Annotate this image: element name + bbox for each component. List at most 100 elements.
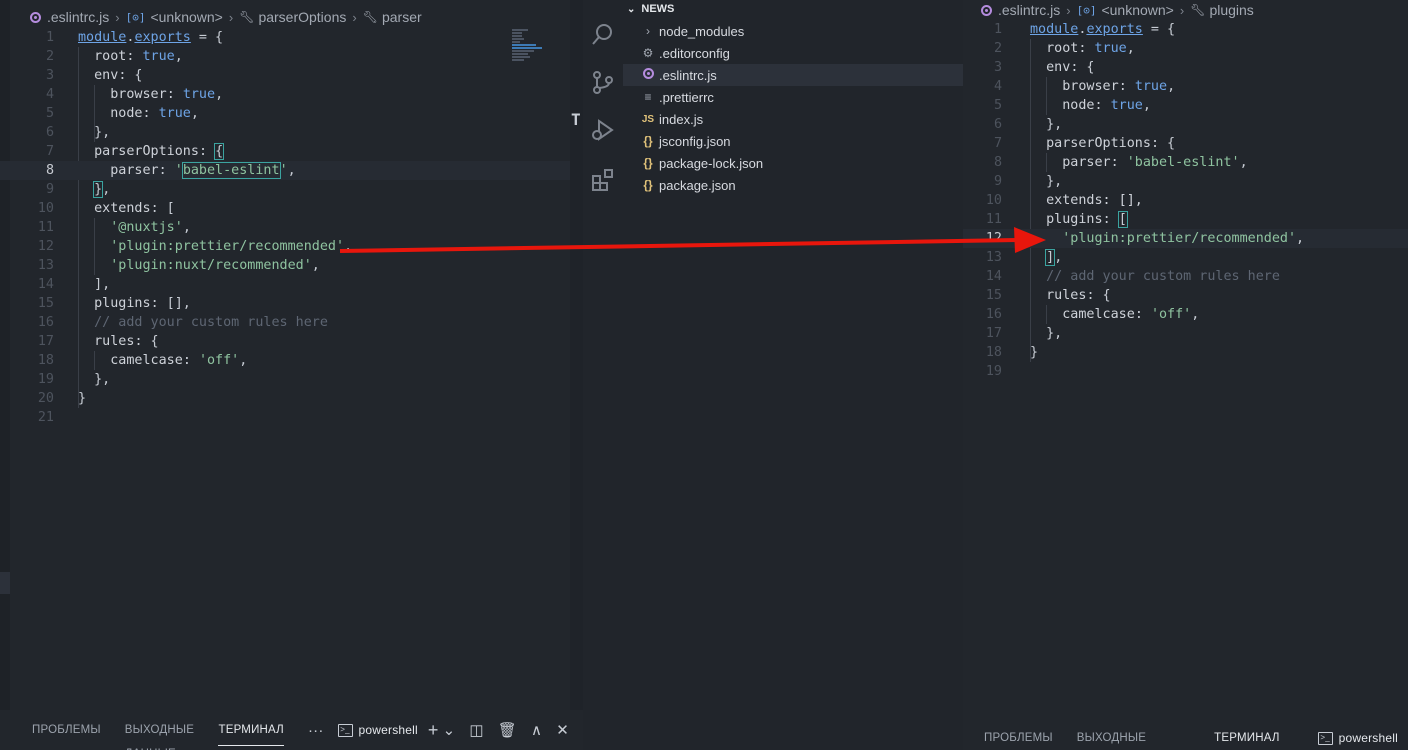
json-icon: {} bbox=[643, 178, 653, 192]
tree-item-jsconfig[interactable]: {} jsconfig.json bbox=[623, 130, 963, 152]
code-area[interactable]: 1 module.exports = { 2 root: true, 3 env:… bbox=[963, 20, 1408, 381]
search-icon[interactable] bbox=[583, 14, 623, 54]
text-selection: babel-eslint bbox=[181, 162, 281, 179]
right-editor[interactable]: .eslintrc.js › [⊙] <unknown> › 🔧︎ plugin… bbox=[963, 0, 1408, 750]
json-icon: {} bbox=[643, 134, 653, 148]
code-line: 7 parserOptions: { bbox=[45, 143, 225, 160]
code-line: 18} bbox=[985, 345, 1039, 360]
chevron-down-icon: ⌄ bbox=[627, 3, 636, 15]
panel-tabs: ПРОБЛЕМЫ ВЫХОДНЫЕ ДАННЫЕ ТЕРМИНАЛ >_ pow… bbox=[984, 726, 1408, 750]
tab-output[interactable]: ВЫХОДНЫЕ ДАННЫЕ bbox=[125, 718, 195, 750]
trash-icon[interactable]: 🗑 bbox=[498, 721, 517, 739]
left-editor[interactable]: .eslintrc.js › [⊙] <unknown> › 🔧︎ parser… bbox=[0, 0, 583, 750]
code-line: 1 module.exports = { bbox=[45, 30, 224, 45]
tree-item-editorconfig[interactable]: ⚙ .editorconfig bbox=[623, 42, 963, 64]
panel-tabs: ПРОБЛЕМЫ ВЫХОДНЫЕ ДАННЫЕ ТЕРМИНАЛ ··· >_… bbox=[32, 718, 583, 750]
code-line: 11 plugins: [ bbox=[985, 211, 1128, 228]
tab-terminal[interactable]: ТЕРМИНАЛ bbox=[1214, 726, 1279, 750]
chevron-right-icon: › bbox=[646, 24, 650, 38]
tree-item-index-js[interactable]: JS index.js bbox=[623, 108, 963, 130]
plus-icon[interactable]: + bbox=[428, 720, 439, 741]
code-line: 4 browser: true, bbox=[993, 79, 1176, 94]
code-line: 6 }, bbox=[45, 125, 111, 140]
gear-icon: ⚙ bbox=[642, 46, 654, 60]
tab-problems[interactable]: ПРОБЛЕМЫ bbox=[984, 726, 1053, 750]
wrench-icon: 🔧︎ bbox=[362, 10, 378, 24]
code-line-current: 8 parser: 'babel-eslint', bbox=[0, 161, 570, 180]
breadcrumb-file[interactable]: .eslintrc.js bbox=[30, 9, 109, 25]
chevron-right-icon: › bbox=[228, 9, 234, 25]
code-line: 5 node: true, bbox=[45, 106, 199, 121]
code-line: 5 node: true, bbox=[993, 98, 1151, 113]
close-icon[interactable]: ✕ bbox=[556, 721, 569, 739]
tab-problems[interactable]: ПРОБЛЕМЫ bbox=[32, 718, 101, 742]
code-line: 3 env: { bbox=[45, 68, 143, 83]
terminal-select[interactable]: >_ powershell bbox=[337, 723, 418, 737]
code-line: 15 plugins: [], bbox=[37, 296, 191, 311]
chevron-right-icon: › bbox=[1179, 2, 1185, 18]
chevron-down-icon[interactable]: ⌄ bbox=[443, 721, 456, 739]
code-line: 2 root: true, bbox=[45, 49, 183, 64]
breadcrumb-file[interactable]: .eslintrc.js bbox=[981, 2, 1060, 18]
wrench-icon: 🔧︎ bbox=[1190, 3, 1206, 17]
eslint-icon bbox=[30, 11, 41, 23]
breadcrumb-symbol-unknown[interactable]: [⊙] <unknown> bbox=[1077, 2, 1174, 18]
eslint-icon bbox=[642, 68, 654, 79]
run-debug-icon[interactable] bbox=[583, 110, 623, 150]
js-icon: JS bbox=[641, 113, 655, 125]
tree-item-eslintrc[interactable]: .eslintrc.js bbox=[623, 64, 963, 86]
code-line: 10 extends: [], bbox=[985, 193, 1143, 208]
variable-cube-icon: [⊙] bbox=[1076, 3, 1097, 17]
code-line: 9 }, bbox=[993, 174, 1063, 189]
chevron-right-icon: › bbox=[115, 9, 120, 25]
breadcrumb-symbol-plugins[interactable]: 🔧︎ plugins bbox=[1190, 2, 1254, 18]
chevron-up-icon[interactable]: ∧ bbox=[531, 721, 542, 739]
more-icon[interactable]: ··· bbox=[308, 722, 324, 739]
tree-item-prettierrc[interactable]: ≡ .prettierrc bbox=[623, 86, 963, 108]
tree-item-package-lock[interactable]: {} package-lock.json bbox=[623, 152, 963, 174]
tree-item-package-json[interactable]: {} package.json bbox=[623, 174, 963, 196]
tab-output[interactable]: ВЫХОДНЫЕ ДАННЫЕ bbox=[1077, 726, 1190, 750]
code-line: 6 }, bbox=[993, 117, 1063, 132]
code-line: 15 rules: { bbox=[985, 288, 1111, 303]
code-line: 16 // add your custom rules here bbox=[37, 315, 328, 330]
code-line: 3 env: { bbox=[993, 60, 1095, 75]
code-line-current: 12 'plugin:prettier/recommended', bbox=[963, 229, 1408, 248]
variable-cube-icon: [⊙] bbox=[125, 10, 146, 24]
code-line: 11 '@nuxtjs', bbox=[37, 220, 191, 235]
code-line: 1 module.exports = { bbox=[993, 22, 1176, 37]
code-line: 2 root: true, bbox=[993, 41, 1135, 56]
editor-scroll-gutter bbox=[570, 0, 583, 710]
breadcrumb: .eslintrc.js › [⊙] <unknown> › 🔧︎ parser… bbox=[30, 7, 422, 27]
activity-bar: T bbox=[571, 0, 623, 750]
code-line: 19 }, bbox=[37, 372, 111, 387]
tab-terminal[interactable]: ТЕРМИНАЛ bbox=[218, 718, 285, 746]
code-line: 7 parserOptions: { bbox=[993, 136, 1176, 151]
matched-bracket: { bbox=[214, 143, 225, 160]
code-line: 9 }, bbox=[45, 181, 111, 198]
extensions-icon[interactable] bbox=[583, 160, 623, 200]
tree-item-node-modules[interactable]: › node_modules bbox=[623, 20, 963, 42]
source-control-icon[interactable] bbox=[583, 62, 623, 102]
chevron-right-icon: › bbox=[1066, 2, 1071, 18]
terminal-icon: >_ bbox=[337, 723, 353, 737]
code-line: 12 'plugin:prettier/recommended', bbox=[37, 239, 353, 254]
breadcrumb: .eslintrc.js › [⊙] <unknown> › 🔧︎ plugin… bbox=[981, 0, 1254, 20]
code-line: 8 parser: 'babel-eslint', bbox=[993, 155, 1248, 170]
code-line: 14 ], bbox=[37, 277, 111, 292]
matched-bracket: [ bbox=[1117, 211, 1128, 228]
breadcrumb-symbol-parser[interactable]: 🔧︎ parser bbox=[363, 9, 422, 25]
breadcrumb-symbol-unknown[interactable]: [⊙] <unknown> bbox=[126, 9, 223, 25]
code-area[interactable]: 1 module.exports = { 2 root: true, 3 env:… bbox=[0, 28, 570, 427]
code-line: 17 }, bbox=[985, 326, 1063, 341]
terminal-select[interactable]: >_ powershell bbox=[1317, 731, 1398, 745]
explorer-folder-header[interactable]: ⌄ NEWS bbox=[623, 0, 674, 18]
code-line: 4 browser: true, bbox=[45, 87, 224, 102]
breadcrumb-symbol-parseroptions[interactable]: 🔧︎ parserOptions bbox=[239, 9, 346, 25]
split-terminal-icon[interactable]: ◫ bbox=[469, 721, 483, 739]
code-line: 20} bbox=[37, 391, 87, 406]
lines-icon: ≡ bbox=[644, 90, 652, 104]
code-line: 16 camelcase: 'off', bbox=[985, 307, 1200, 322]
json-icon: {} bbox=[643, 156, 653, 170]
code-line: 17 rules: { bbox=[37, 334, 159, 349]
